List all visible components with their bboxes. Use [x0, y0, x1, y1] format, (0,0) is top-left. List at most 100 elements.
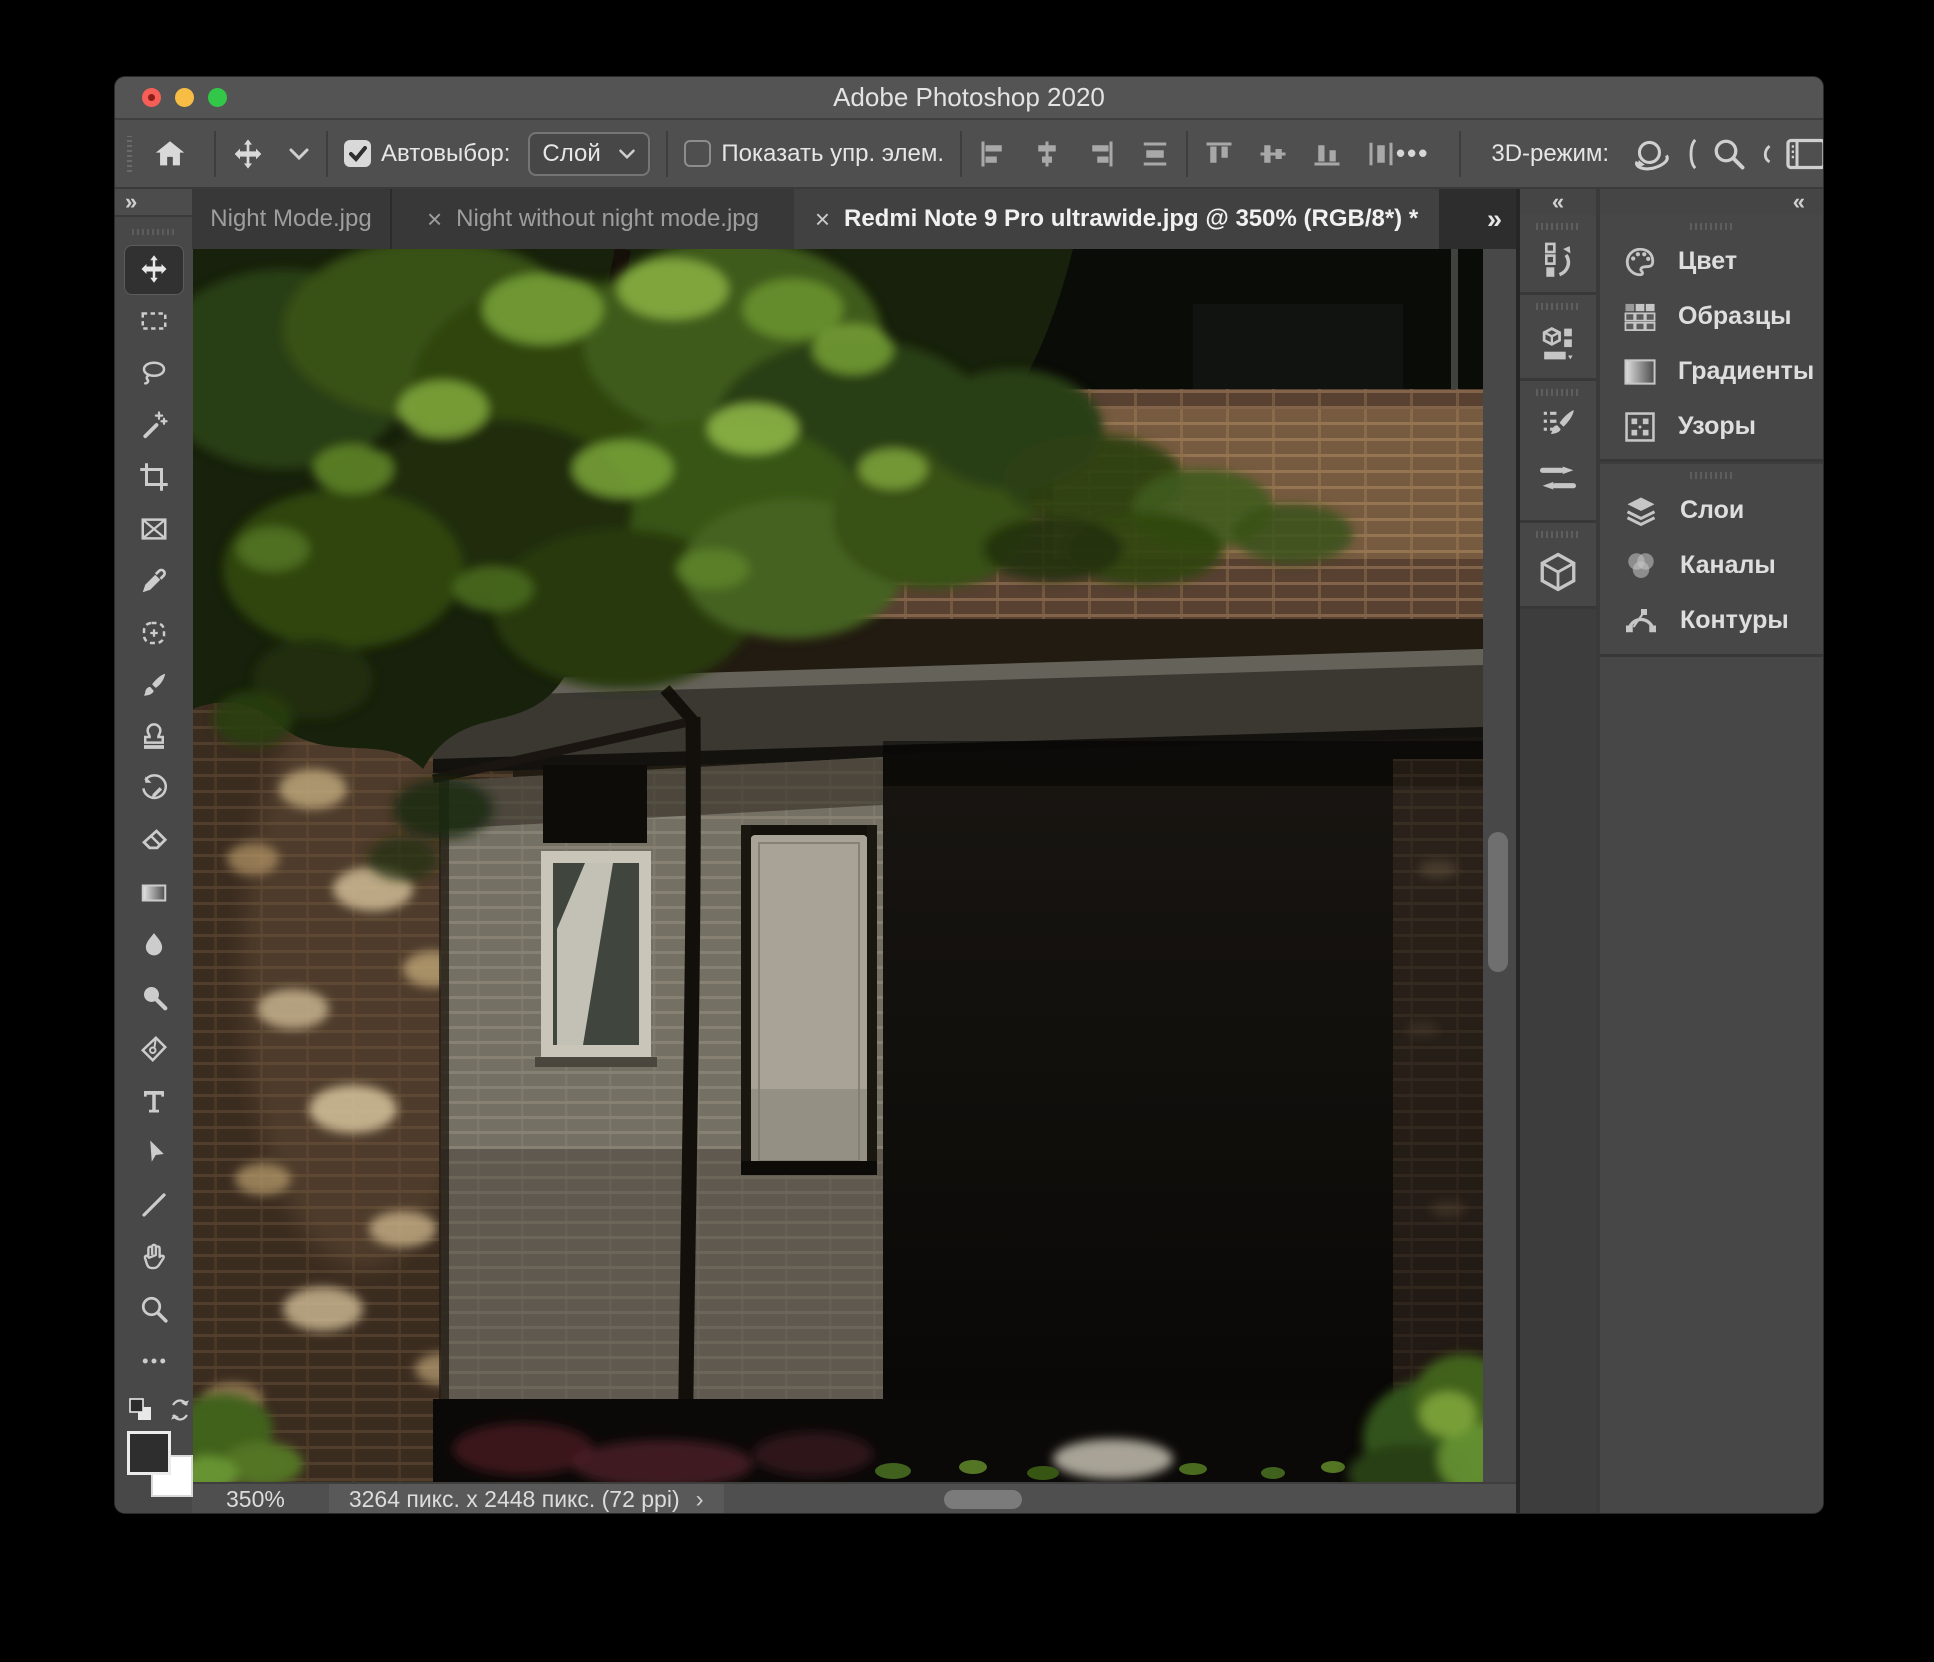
tab-overflow-icon[interactable]: »: [1487, 204, 1502, 235]
tab-label: Night without night mode.jpg: [456, 205, 759, 233]
autoselect-checkbox[interactable]: [344, 140, 371, 167]
show-transform-controls-checkbox[interactable]: [684, 140, 711, 167]
3d-orbit-icon[interactable]: [1631, 135, 1671, 173]
tool-type[interactable]: [115, 1075, 192, 1127]
foreground-color-swatch[interactable]: [127, 1431, 171, 1475]
tool-dodge[interactable]: [115, 971, 192, 1023]
more-tools-icon[interactable]: [115, 1335, 192, 1387]
tool-healing-brush[interactable]: [115, 607, 192, 659]
collapse-dock-icon[interactable]: «: [1552, 191, 1564, 213]
dock-header[interactable]: «: [1520, 189, 1596, 215]
tool-magic-wand[interactable]: [115, 399, 192, 451]
tools-panel-header[interactable]: »: [115, 189, 192, 217]
tool-gradient[interactable]: [115, 867, 192, 919]
tab-night-without-night-mode[interactable]: × Night without night mode.jpg: [392, 189, 794, 249]
more-options-icon[interactable]: •••: [1396, 138, 1429, 169]
tool-line[interactable]: [115, 1179, 192, 1231]
color-palette-icon: [1622, 245, 1658, 279]
color-controls: [115, 1393, 192, 1501]
align-bottom-edges-icon[interactable]: [1312, 139, 1342, 169]
panel-dock-header[interactable]: «: [1600, 189, 1823, 215]
zoom-level[interactable]: 350%: [226, 1486, 285, 1513]
brushes-panel-icon[interactable]: [1520, 452, 1596, 504]
options-bar-grip[interactable]: [127, 136, 132, 172]
tool-blur[interactable]: [115, 919, 192, 971]
align-horizontal-centers-icon[interactable]: [1032, 139, 1062, 169]
tool-clone-stamp[interactable]: [115, 711, 192, 763]
desktop: { "window": { "title": "Adobe Photoshop …: [0, 0, 1934, 1662]
tool-history-brush[interactable]: [115, 763, 192, 815]
panel-group-2: Слои Каналы Контуры: [1600, 464, 1823, 657]
panel-group-1: Цвет Образцы Градиенты: [1600, 215, 1823, 462]
collapse-panels-icon[interactable]: «: [1793, 191, 1805, 213]
document-info-chip[interactable]: 3264 пикс. x 2448 пикс. (72 ppi) ›: [329, 1484, 724, 1513]
panel-item-swatches[interactable]: Образцы: [1600, 289, 1823, 344]
move-tool-icon[interactable]: [232, 138, 264, 170]
panel-empty-space: [1600, 657, 1823, 1513]
expand-tools-icon[interactable]: »: [125, 191, 137, 213]
titlebar: Adobe Photoshop 2020: [115, 77, 1823, 120]
history-panel-icon[interactable]: [1520, 234, 1596, 286]
panel-group-grip[interactable]: [1690, 223, 1734, 230]
brush-settings-panel-icon[interactable]: [1520, 400, 1596, 452]
tool-move[interactable]: [115, 243, 192, 295]
autoselect-target-dropdown[interactable]: Слой: [528, 132, 650, 176]
tool-frame[interactable]: [115, 503, 192, 555]
panel-item-channels[interactable]: Каналы: [1600, 538, 1823, 593]
photoshop-window: Adobe Photoshop 2020 Автовыбор: Слой: [115, 77, 1823, 1513]
document-canvas[interactable]: [193, 249, 1483, 1482]
panel-item-layers[interactable]: Слои: [1600, 483, 1823, 538]
default-colors-icon[interactable]: [127, 1396, 155, 1424]
tab-night-mode[interactable]: Night Mode.jpg: [192, 189, 392, 249]
panel-item-paths[interactable]: Контуры: [1600, 593, 1823, 648]
tools-panel-grip[interactable]: [132, 229, 176, 235]
align-vertical-centers-icon[interactable]: [1258, 139, 1288, 169]
align-right-edges-icon[interactable]: [1086, 139, 1116, 169]
workspace-panel-icon[interactable]: [1785, 137, 1823, 171]
panel-item-color[interactable]: Цвет: [1600, 234, 1823, 289]
dock-group-grip[interactable]: [1536, 223, 1580, 230]
panel-group-grip[interactable]: [1690, 472, 1734, 479]
dock-group-grip[interactable]: [1536, 389, 1580, 396]
3d-zoom-icon[interactable]: [1711, 136, 1747, 172]
dock-group-grip[interactable]: [1536, 303, 1580, 310]
close-tab-icon[interactable]: ×: [815, 206, 830, 232]
color-swatches: [127, 1431, 193, 1501]
panel-item-patterns[interactable]: Узоры: [1600, 399, 1823, 454]
canvas-area: [192, 249, 1516, 1482]
tool-rectangular-marquee[interactable]: [115, 295, 192, 347]
align-top-edges-icon[interactable]: [1204, 139, 1234, 169]
distribute-horizontal-centers-icon[interactable]: [1366, 139, 1396, 169]
chevron-down-icon[interactable]: [288, 147, 310, 161]
chevron-right-icon[interactable]: ›: [696, 1486, 704, 1514]
tool-path-selection[interactable]: [115, 1127, 192, 1179]
3d-panel-icon[interactable]: [1520, 542, 1596, 602]
tool-brush[interactable]: [115, 659, 192, 711]
tool-zoom[interactable]: [115, 1283, 192, 1335]
panel-item-gradients[interactable]: Градиенты: [1600, 344, 1823, 399]
tool-lasso[interactable]: [115, 347, 192, 399]
tool-pen[interactable]: [115, 1023, 192, 1075]
layers-stack-icon: [1622, 493, 1660, 529]
tool-eyedropper[interactable]: [115, 555, 192, 607]
document-area: Night Mode.jpg × Night without night mod…: [192, 189, 1516, 1513]
channels-circles-icon: [1622, 548, 1660, 584]
panel-label: Образцы: [1678, 302, 1792, 331]
align-left-edges-icon[interactable]: [978, 139, 1008, 169]
swap-colors-icon[interactable]: [167, 1397, 193, 1423]
tool-hand[interactable]: [115, 1231, 192, 1283]
distribute-vertical-centers-icon[interactable]: [1140, 139, 1170, 169]
panel-label: Каналы: [1680, 551, 1776, 580]
horizontal-scrollbar-thumb[interactable]: [944, 1490, 1022, 1509]
dock-group-grip[interactable]: [1536, 531, 1580, 538]
panel-label: Цвет: [1678, 247, 1737, 276]
properties-panel-icon[interactable]: [1520, 314, 1596, 374]
close-tab-icon[interactable]: ×: [427, 206, 442, 232]
tab-redmi-note-9-pro-ultrawide[interactable]: × Redmi Note 9 Pro ultrawide.jpg @ 350% …: [794, 189, 1439, 249]
tool-crop[interactable]: [115, 451, 192, 503]
dock-group-brushes: [1520, 381, 1596, 523]
panel-label: Градиенты: [1678, 357, 1814, 386]
tool-eraser[interactable]: [115, 815, 192, 867]
home-icon[interactable]: [152, 137, 188, 171]
vertical-scrollbar-thumb[interactable]: [1488, 832, 1508, 972]
